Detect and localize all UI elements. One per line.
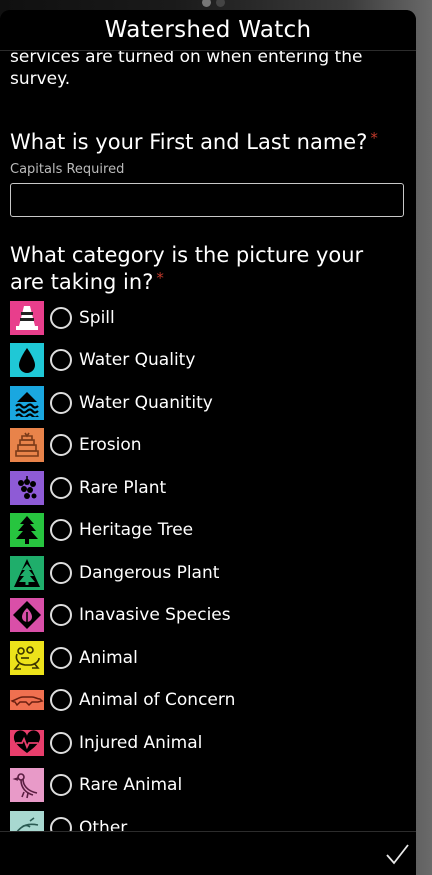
footer-bar bbox=[0, 831, 416, 875]
category-question: What category is the picture your are ta… bbox=[10, 242, 400, 296]
heartbeat-icon bbox=[10, 726, 44, 760]
name-input[interactable] bbox=[10, 183, 404, 217]
radio-button[interactable] bbox=[50, 519, 72, 541]
option-label: Animal bbox=[79, 648, 138, 668]
app-title: Watershed Watch bbox=[104, 17, 312, 43]
option-invasive-species[interactable]: Inavasive Species bbox=[10, 597, 231, 633]
radio-button[interactable] bbox=[50, 434, 72, 456]
radio-button[interactable] bbox=[50, 349, 72, 371]
frog-icon bbox=[10, 641, 44, 675]
window-handle bbox=[198, 0, 238, 8]
header: Watershed Watch bbox=[0, 10, 416, 51]
option-label: Spill bbox=[79, 308, 115, 328]
radio-button[interactable] bbox=[50, 774, 72, 796]
option-label: Dangerous Plant bbox=[79, 563, 220, 583]
bird-icon bbox=[10, 768, 44, 802]
radio-button[interactable] bbox=[50, 307, 72, 329]
option-rare-animal[interactable]: Rare Animal bbox=[10, 767, 182, 803]
required-mark: * bbox=[156, 269, 164, 287]
tree-warning-icon bbox=[10, 556, 44, 590]
option-rare-plant[interactable]: Rare Plant bbox=[10, 470, 166, 506]
option-water-quality[interactable]: Water Quality bbox=[10, 342, 195, 378]
name-question-label: What is your First and Last name? bbox=[10, 130, 368, 154]
option-label: Animal of Concern bbox=[79, 690, 236, 710]
survey-sheet: Watershed Watch services are turned on w… bbox=[0, 10, 416, 875]
radio-button[interactable] bbox=[50, 732, 72, 754]
radio-button[interactable] bbox=[50, 689, 72, 711]
invasive-warning-icon bbox=[10, 598, 44, 632]
option-erosion[interactable]: Erosion bbox=[10, 427, 142, 463]
option-label: Inavasive Species bbox=[79, 605, 231, 625]
category-question-label: What category is the picture your are ta… bbox=[10, 243, 364, 294]
option-label: Water Quanitity bbox=[79, 393, 213, 413]
option-label: Injured Animal bbox=[79, 733, 203, 753]
option-label: Rare Plant bbox=[79, 478, 167, 498]
radio-button[interactable] bbox=[50, 647, 72, 669]
lizard-icon bbox=[10, 683, 44, 717]
option-label: Rare Animal bbox=[79, 775, 183, 795]
water-drop-icon bbox=[10, 343, 44, 377]
berries-icon bbox=[10, 471, 44, 505]
option-spill[interactable]: Spill bbox=[10, 300, 115, 336]
option-heritage-tree[interactable]: Heritage Tree bbox=[10, 512, 193, 548]
checkmark-icon[interactable] bbox=[384, 842, 410, 866]
radio-button[interactable] bbox=[50, 392, 72, 414]
erosion-icon bbox=[10, 428, 44, 462]
radio-button[interactable] bbox=[50, 562, 72, 584]
option-dangerous-plant[interactable]: Dangerous Plant bbox=[10, 555, 219, 591]
intro-text: services are turned on when entering the… bbox=[10, 47, 363, 89]
option-label: Heritage Tree bbox=[79, 520, 194, 540]
form-content: services are turned on when entering the… bbox=[10, 46, 408, 845]
traffic-cone-icon bbox=[10, 301, 44, 335]
option-label: Water Quality bbox=[79, 350, 196, 370]
radio-button[interactable] bbox=[50, 604, 72, 626]
option-animal[interactable]: Animal bbox=[10, 640, 138, 676]
required-mark: * bbox=[370, 129, 378, 147]
name-question: What is your First and Last name? * bbox=[10, 129, 378, 156]
tree-icon bbox=[10, 513, 44, 547]
radio-button[interactable] bbox=[50, 477, 72, 499]
water-level-icon bbox=[10, 386, 44, 420]
option-label: Erosion bbox=[79, 435, 142, 455]
option-injured-animal[interactable]: Injured Animal bbox=[10, 725, 202, 761]
option-water-quantity[interactable]: Water Quanitity bbox=[10, 385, 213, 421]
option-animal-of-concern[interactable]: Animal of Concern bbox=[10, 682, 235, 718]
name-hint: Capitals Required bbox=[10, 162, 125, 177]
